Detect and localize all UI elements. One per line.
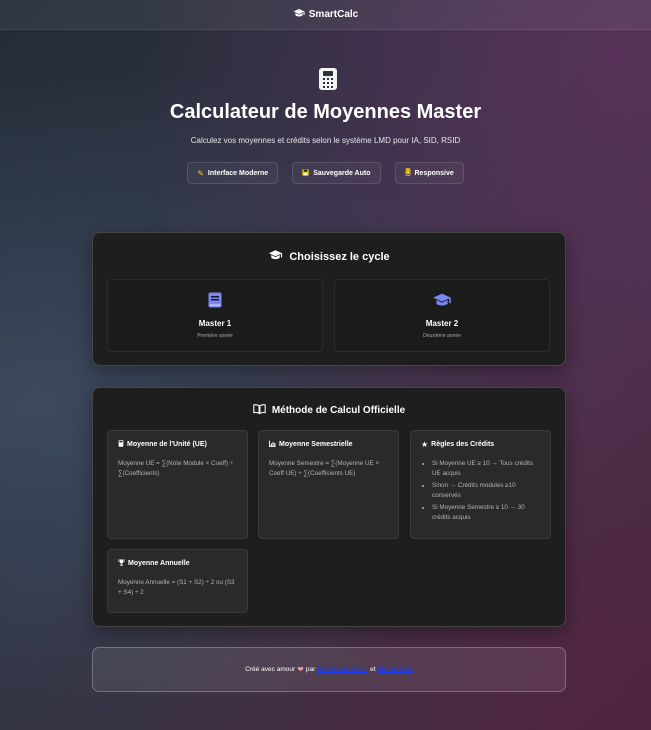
calculator-icon <box>319 68 337 90</box>
footer-text: et <box>370 666 376 673</box>
method-card-title-text: Moyenne Annuelle <box>128 560 190 567</box>
chip-responsive: Responsive <box>394 162 464 184</box>
cycle-panel-title: Choisissez le cycle <box>93 249 565 264</box>
brand-name[interactable]: SmartCalc <box>309 9 358 20</box>
chip-label: Interface Moderne <box>207 169 269 177</box>
book-icon <box>208 292 222 313</box>
method-card-semestre: Moyenne Semestrielle Moyenne Semestre = … <box>258 430 399 539</box>
bar-chart-icon <box>269 440 276 449</box>
author-link-1[interactable]: Bekkouche Tayeb <box>317 666 368 673</box>
method-card-title: ★ Règles des Crédits <box>421 440 540 449</box>
credit-rule: Sinon → Crédits modules ≥10 conservés <box>432 481 540 501</box>
chip-label: Sauvegarde Auto <box>313 169 371 177</box>
top-navbar: SmartCalc <box>0 0 651 30</box>
page-title: Calculateur de Moyennes Master <box>169 101 482 123</box>
cycle-desc: Première année <box>197 333 233 339</box>
footer: Créé avec amour ❤ par Bekkouche Tayeb et… <box>92 647 566 692</box>
credit-rule: Si Moyenne UE ≥ 10 → Tous crédits UE acq… <box>432 459 540 479</box>
method-card-title: Moyenne Semestrielle <box>269 440 388 449</box>
chip-sauvegarde-auto: Sauvegarde Auto <box>292 162 381 184</box>
method-card-credits: ★ Règles des Crédits Si Moyenne UE ≥ 10 … <box>410 430 551 539</box>
trophy-icon <box>118 559 125 568</box>
cycle-option-master-2[interactable]: Master 2 Deuxième année <box>334 279 550 352</box>
cycle-panel: Choisissez le cycle Master 1 Première an… <box>92 232 566 366</box>
page-subtitle: Calculez vos moyennes et crédits selon l… <box>190 136 461 145</box>
footer-text: par <box>305 666 316 673</box>
method-card-title-text: Moyenne Semestrielle <box>279 441 353 448</box>
method-card-formula: Moyenne Annuelle = (S1 + S2) ÷ 2 ou (S3 … <box>118 579 235 596</box>
footer-text: Créé avec amour <box>245 666 296 673</box>
heart-icon: ❤ <box>297 665 304 674</box>
method-card-annuelle: Moyenne Annuelle Moyenne Annuelle = (S1 … <box>107 549 248 613</box>
chip-interface-moderne: ✎ Interface Moderne <box>187 162 279 184</box>
open-book-icon <box>253 404 266 417</box>
method-card-title: Moyenne Annuelle <box>118 559 237 568</box>
cycle-name: Master 2 <box>425 319 459 328</box>
cycle-desc: Deuxième année <box>423 333 461 339</box>
chip-label: Responsive <box>414 169 454 177</box>
floppy-disk-icon <box>302 168 309 178</box>
author-link-2[interactable]: Bekkar Ilyes <box>377 666 412 673</box>
method-panel-title: Méthode de Calcul Officielle <box>93 404 565 417</box>
feature-chips: ✎ Interface Moderne Sauvegarde Auto Resp… <box>0 162 651 184</box>
calculator-icon <box>118 440 124 449</box>
method-title-text: Méthode de Calcul Officielle <box>271 405 406 416</box>
cycle-name: Master 1 <box>198 319 232 328</box>
pencil-icon: ✎ <box>197 168 204 178</box>
method-card-title: Moyenne de l'Unité (UE) <box>118 440 237 449</box>
credit-rule: Si Moyenne Semestre ≥ 10 → 30 crédits ac… <box>432 503 540 523</box>
graduation-cap-icon <box>268 249 283 264</box>
method-card-title-text: Règles des Crédits <box>431 441 495 448</box>
cycle-title-text: Choisissez le cycle <box>289 250 390 263</box>
method-card-formula: Moyenne UE = ∑(Note Module × Coeff) ÷ ∑(… <box>118 460 234 477</box>
cycle-option-master-1[interactable]: Master 1 Première année <box>107 279 323 352</box>
mobile-phone-icon <box>405 168 411 178</box>
method-panel: Méthode de Calcul Officielle Moyenne de … <box>92 387 566 627</box>
credit-rules-list: Si Moyenne UE ≥ 10 → Tous crédits UE acq… <box>421 459 540 523</box>
method-card-title-text: Moyenne de l'Unité (UE) <box>127 441 207 448</box>
method-card-ue: Moyenne de l'Unité (UE) Moyenne UE = ∑(N… <box>107 430 248 539</box>
graduation-cap-icon <box>293 8 305 21</box>
method-card-formula: Moyenne Semestre = ∑(Moyenne UE × Coeff … <box>269 460 380 477</box>
star-icon: ★ <box>421 440 429 449</box>
graduation-cap-icon <box>431 292 453 313</box>
